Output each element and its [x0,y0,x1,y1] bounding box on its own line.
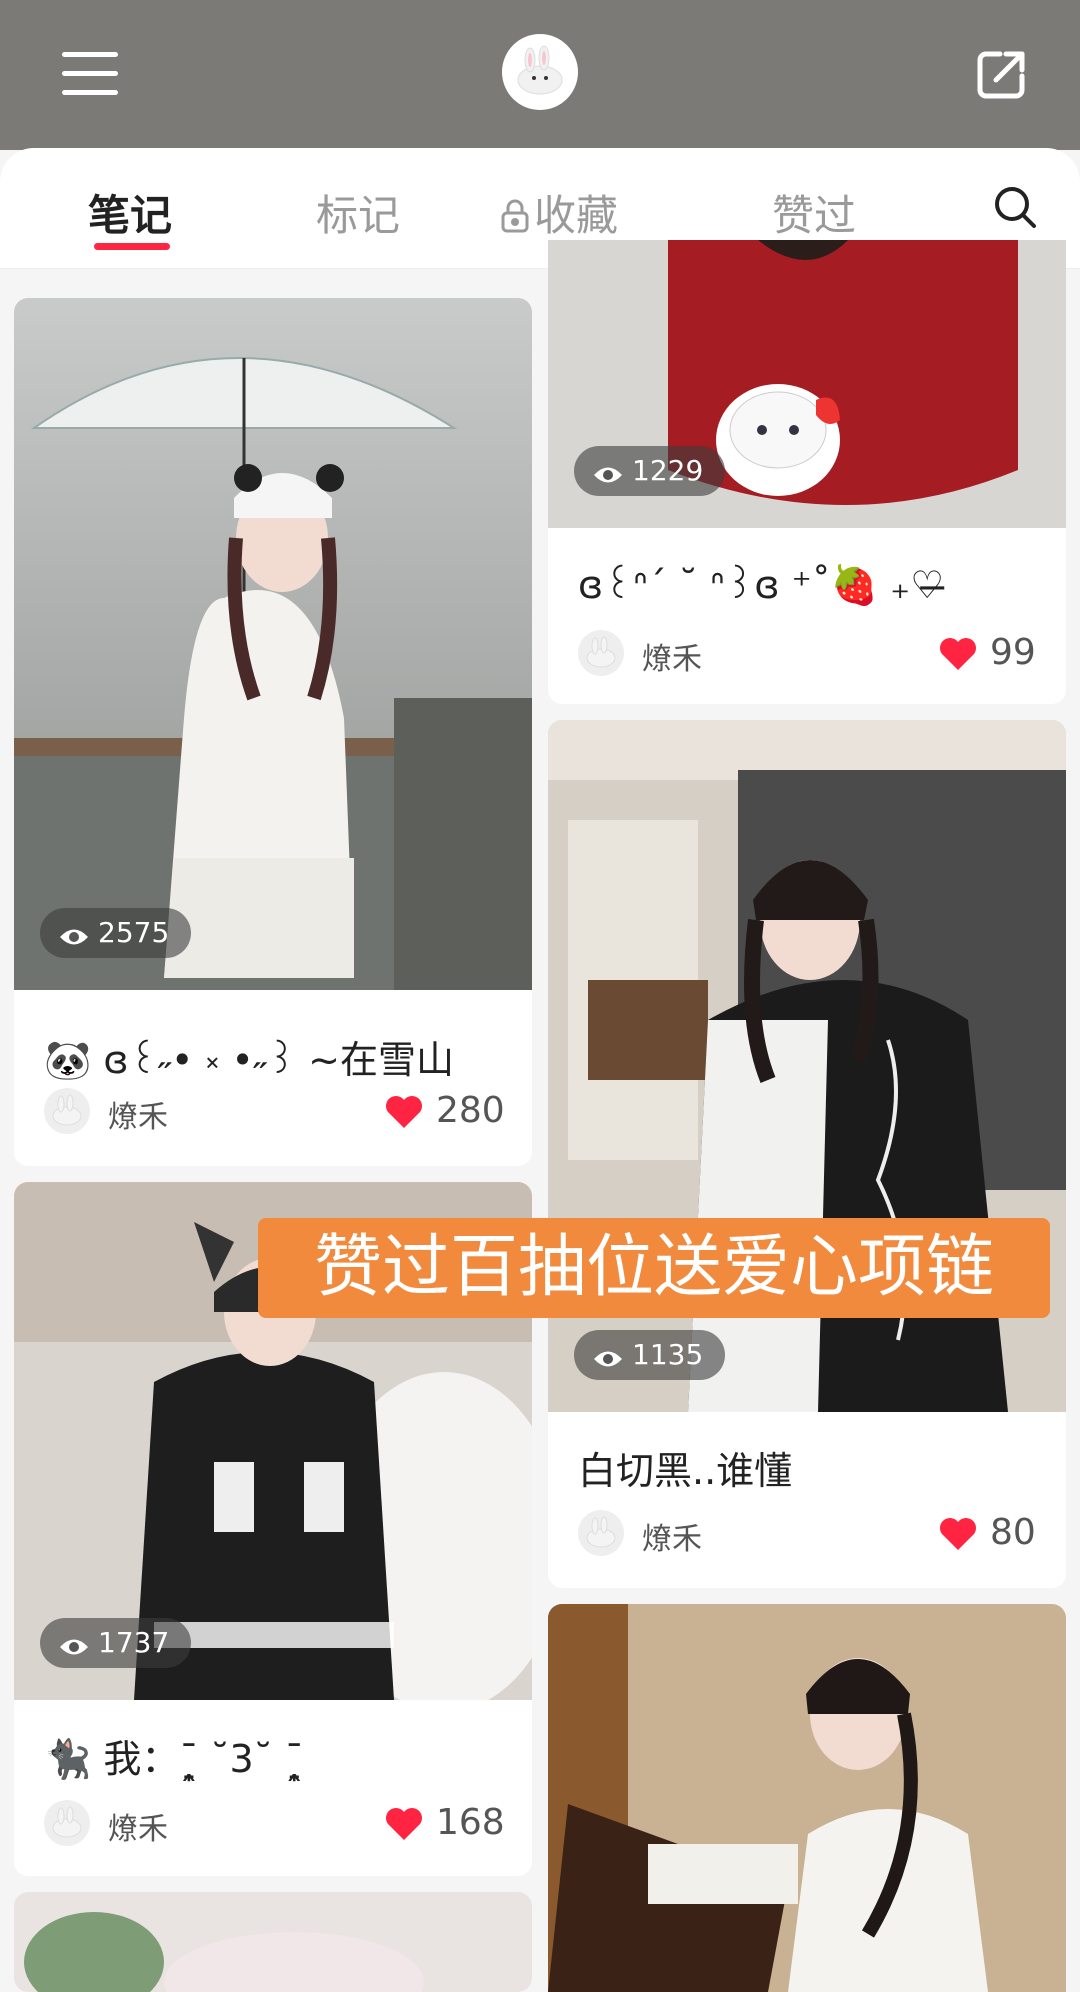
like-button[interactable]: 99 [938,630,1038,676]
note-cover-image[interactable] [14,1892,532,1992]
note-card[interactable] [548,1604,1066,1992]
author-name: 燎禾 [108,1100,168,1135]
tab-collections-label: 收藏 [534,191,619,240]
heart-icon [386,1096,422,1128]
note-title: ɞ꒰ᐢ´ ˘ ᐢ꒱ɞ ⁺˚🍓 ₊♡̶ [578,563,945,607]
tab-marks[interactable]: 标记 [316,182,400,243]
eye-icon [594,467,622,483]
view-count: 1135 [632,1338,704,1371]
share-icon[interactable] [974,46,1030,102]
tab-collections[interactable]: 收藏 [500,182,618,243]
heart-icon [940,1518,976,1550]
eye-icon [60,1639,88,1655]
note-title-text: ɞ꒰˶• ༝ •˶꒱ ~在雪山 [103,1038,455,1082]
note-card[interactable]: 1229 ɞ꒰ᐢ´ ˘ ᐢ꒱ɞ ⁺˚🍓 ₊♡̶ 燎禾 99 [548,240,1066,704]
like-count: 80 [990,1512,1036,1553]
view-count: 2575 [98,916,170,949]
like-count: 168 [436,1802,505,1843]
profile-avatar[interactable] [502,34,578,110]
author-name: 燎禾 [642,642,702,677]
active-tab-indicator [94,243,170,250]
heart-icon [940,638,976,670]
author-info[interactable]: 燎禾 [44,1088,244,1135]
heart-icon [386,1808,422,1840]
view-count: 1229 [632,454,704,487]
note-card[interactable] [14,1892,532,1992]
author-info[interactable]: 燎禾 [44,1800,244,1847]
eye-icon [594,1351,622,1367]
panda-emoji: 🐼 [44,1038,92,1082]
cat-emoji: 🐈‍⬛ [44,1737,92,1781]
author-info[interactable]: 燎禾 [578,1510,778,1557]
like-button[interactable]: 80 [938,1510,1038,1556]
eye-icon [60,929,88,945]
note-cover-image[interactable] [14,298,532,990]
author-info[interactable]: 燎禾 [578,630,778,677]
author-avatar[interactable] [44,1088,90,1134]
hamburger-menu-icon[interactable] [62,50,118,96]
like-button[interactable]: 280 [384,1088,505,1134]
note-card[interactable]: 2575 🐼 ɞ꒰˶• ༝ •˶꒱ ~在雪山 燎禾 280 [14,298,532,1166]
like-button[interactable]: 168 [384,1800,505,1846]
note-title: 🐈‍⬛ 我：ˉ̞̭ ˘3˘ ˉ̞̭ [44,1728,304,1783]
view-count: 1737 [98,1626,170,1659]
view-count-badge: 1737 [40,1618,192,1668]
note-cover-image[interactable] [548,1604,1066,1992]
top-bar [0,0,1080,150]
note-card[interactable]: 1135 白切黑..谁懂 燎禾 80 [548,720,1066,1588]
search-icon[interactable] [992,184,1038,230]
view-count-badge: 1135 [574,1330,726,1380]
promo-banner: 赞过百抽位送爱心项链 [258,1218,1050,1318]
author-name: 燎禾 [108,1812,168,1847]
view-count-badge: 2575 [40,908,192,958]
tab-notes[interactable]: 笔记 [88,182,172,243]
author-avatar[interactable] [578,1510,624,1556]
note-title-text: 我：ˉ̞̭ ˘3˘ ˉ̞̭ [103,1737,304,1781]
tab-liked[interactable]: 赞过 [772,182,856,243]
lock-icon [501,199,529,233]
view-count-badge: 1229 [574,446,726,496]
note-title: 白切黑..谁懂 [578,1449,793,1493]
author-avatar[interactable] [578,630,624,676]
author-avatar[interactable] [44,1800,90,1846]
author-name: 燎禾 [642,1522,702,1557]
like-count: 280 [436,1090,505,1131]
like-count: 99 [990,632,1036,673]
